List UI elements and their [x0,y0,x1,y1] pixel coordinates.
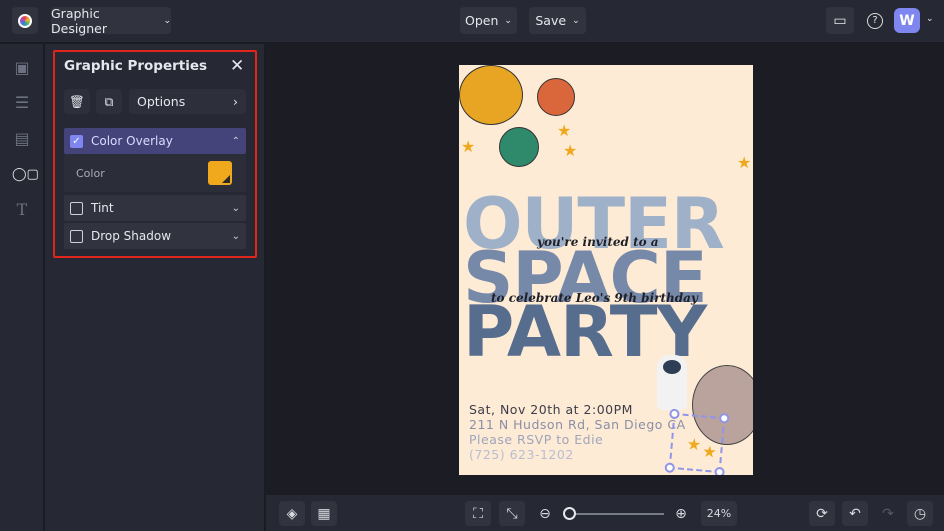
collapse-icon: ⤡ [506,505,518,522]
layers-icon: ◈ [286,505,298,522]
chevron-down-icon: ⌄ [231,230,240,242]
chevron-down-icon: ⌄ [231,202,240,214]
resize-handle[interactable] [714,466,725,475]
star-icon: ★ [686,434,703,455]
options-label: Options [137,94,186,109]
history-button[interactable]: ◷ [907,501,933,526]
zoom-slider-track[interactable] [564,513,664,515]
comments-button[interactable]: ▭ [826,7,854,34]
image-icon[interactable]: ▣ [12,58,32,78]
chevron-up-icon: ⌃ [231,135,240,147]
selection-box[interactable]: ★ ★ [664,408,730,475]
app-selector-label: Graphic Designer [51,5,107,36]
date-text[interactable]: Sat, Nov 20th at 2:00PM [469,402,633,417]
tint-toggle[interactable]: Tint ⌄ [64,195,246,221]
expand-icon: ⛶ [473,505,483,522]
duplicate-icon: ⧉ [104,93,114,109]
color-overlay-label: Color Overlay [91,134,173,148]
zoom-in-button[interactable]: ⊕ [668,501,694,526]
avatar-initial: W [899,12,915,29]
logo-icon [18,13,32,28]
shapes-icon[interactable]: ◯▢ [12,165,39,185]
bottom-toolbar: ◈ ▦ ⛶ ⤡ ⊖ ⊕ 24% ⟳ ↶ ↷ ◷ [266,495,944,531]
resize-handle[interactable] [664,462,676,474]
drop-shadow-checkbox[interactable] [70,229,83,243]
delete-button[interactable]: 🗑 [64,89,90,114]
star-icon: ★ [461,137,476,156]
panel-title: Graphic Properties [64,58,208,74]
layers-button[interactable]: ◈ [279,501,305,526]
minus-circle-icon: ⊖ [539,505,551,522]
orange-planet[interactable] [537,78,575,116]
top-bar: Graphic Designer ⌄ Open ⌄ Save ⌄ ▭ ? W ⌄ [0,0,944,43]
tint-checkbox[interactable] [70,201,83,215]
address-text[interactable]: 211 N Hudson Rd, San Diego CA [469,417,686,432]
help-icon: ? [867,12,883,29]
star-icon: ★ [737,153,752,172]
drop-shadow-label: Drop Shadow [91,229,172,243]
refresh-button[interactable]: ⟳ [809,501,835,526]
zoom-level[interactable]: 24% [701,501,737,526]
phone-text[interactable]: (725) 623-1202 [469,447,574,462]
star-icon: ★ [701,441,718,462]
close-icon[interactable]: ✕ [230,56,244,76]
yellow-planet[interactable] [459,65,523,125]
invite-line[interactable]: you're invited to a [537,235,659,249]
swatch-corner-icon [222,175,230,183]
color-swatch[interactable] [208,161,232,185]
chevron-down-icon[interactable]: ⌄ [926,14,934,24]
zoom-value: 24% [706,507,732,520]
chevron-down-icon: ⌄ [163,15,171,26]
open-label: Open [465,13,499,28]
color-label: Color [76,166,105,180]
fit-screen-button[interactable]: ⛶ [465,501,491,526]
chevron-right-icon: › [233,94,238,109]
chevron-down-icon: ⌄ [572,15,580,26]
undo-icon: ↶ [849,505,861,522]
chevron-down-icon: ⌄ [504,15,512,26]
tint-label: Tint [91,201,114,215]
shrink-button[interactable]: ⤡ [499,501,525,526]
sliders-icon[interactable]: ☰ [12,93,32,113]
trash-icon: 🗑 [69,93,85,109]
text-icon[interactable]: T [12,200,32,220]
color-overlay-toggle[interactable]: ✓ Color Overlay ⌃ [64,128,246,154]
star-icon: ★ [563,141,578,160]
refresh-icon: ⟳ [816,505,828,522]
rsvp-text[interactable]: Please RSVP to Edie [469,432,603,447]
avatar[interactable]: W [894,8,920,33]
redo-icon: ↷ [882,505,894,522]
color-overlay-checkbox[interactable]: ✓ [70,134,83,148]
grid-button[interactable]: ▦ [311,501,337,526]
options-button[interactable]: Options › [129,89,246,114]
history-icon: ◷ [913,505,927,522]
comment-icon: ▭ [833,12,847,29]
app-selector[interactable]: Graphic Designer ⌄ [51,5,171,36]
celebrate-line[interactable]: to celebrate Leo's 9th birthday [491,291,698,305]
zoom-out-button[interactable]: ⊖ [532,501,558,526]
resize-handle[interactable] [669,408,680,420]
layout-icon[interactable]: ▤ [12,129,32,149]
drop-shadow-toggle[interactable]: Drop Shadow ⌄ [64,223,246,249]
astronaut-graphic[interactable] [657,355,687,410]
design-canvas[interactable]: ★ ★ ★ ★ OUTER SPACE PARTY you're invited… [459,65,753,475]
star-icon: ★ [557,121,572,140]
green-planet[interactable] [499,127,539,167]
save-button[interactable]: Save ⌄ [529,7,586,34]
zoom-slider-thumb[interactable] [563,507,576,520]
tool-rail: ▣ ☰ ▤ ◯▢ T [0,44,44,531]
save-label: Save [535,13,567,28]
color-row: Color [64,154,246,192]
open-button[interactable]: Open ⌄ [460,7,517,34]
redo-button[interactable]: ↷ [875,501,901,526]
help-button[interactable]: ? [861,7,889,34]
undo-button[interactable]: ↶ [842,501,868,526]
app-logo[interactable] [12,7,38,34]
grid-icon: ▦ [317,505,331,522]
duplicate-button[interactable]: ⧉ [96,89,122,114]
plus-circle-icon: ⊕ [675,505,687,522]
